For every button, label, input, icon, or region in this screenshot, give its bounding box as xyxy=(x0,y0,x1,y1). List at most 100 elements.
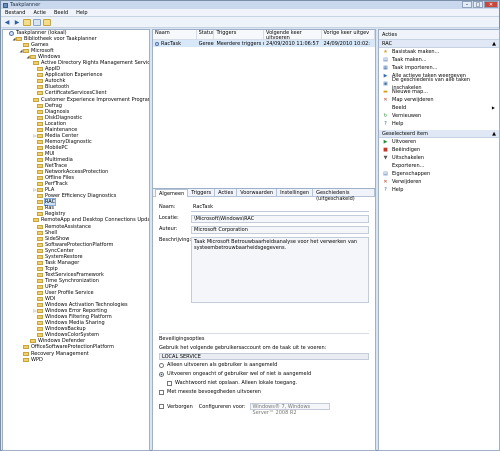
action-item[interactable]: ▣ De geschiedenis van alle taken inschake… xyxy=(379,77,499,91)
enable-history-icon: ▣ xyxy=(383,80,388,87)
tab-algemeen[interactable]: Algemeen xyxy=(155,189,189,197)
properties-icon[interactable] xyxy=(43,18,51,26)
checkbox-no-password[interactable] xyxy=(167,380,172,386)
menu-bar: Bestand Actie Beeld Help xyxy=(1,9,499,17)
table-row[interactable]: RacTask Gereed Meerdere triggers opgegev… xyxy=(153,40,375,47)
actions-header: Acties xyxy=(379,30,499,40)
account-line: Gebruik het volgende gebruikersaccount o… xyxy=(159,345,327,351)
menu-beeld[interactable]: Beeld xyxy=(50,10,72,16)
column-name[interactable]: Naam xyxy=(153,30,197,39)
tab-voorwaarden[interactable]: Voorwaarden xyxy=(237,189,278,196)
radio-only-logged-on[interactable] xyxy=(159,362,164,368)
action-item[interactable]: ▦ Taak importeren... xyxy=(379,64,499,72)
radio-whether-logged-on[interactable] xyxy=(159,371,164,377)
back-arrow-icon[interactable]: ◀ xyxy=(3,19,11,26)
section-selected-label: Geselecteerd item xyxy=(382,131,428,137)
folder-up-icon[interactable] xyxy=(23,18,31,26)
folder-icon xyxy=(37,248,43,253)
folder-icon xyxy=(23,357,29,362)
action-item[interactable]: Exporteren... xyxy=(379,162,499,170)
action-item[interactable]: ■ Beëindigen xyxy=(379,146,499,154)
maximize-button[interactable]: □ xyxy=(473,1,483,8)
name-field[interactable]: RacTask xyxy=(191,204,369,212)
actions-section-selected[interactable]: Geselecteerd item ▲ xyxy=(379,130,499,138)
description-field[interactable]: Taak Microsoft Betrouwbaarheidsanalyse v… xyxy=(191,237,369,303)
folder-icon xyxy=(37,200,43,205)
folder-icon xyxy=(37,103,43,108)
author-field[interactable]: Microsoft Corporation xyxy=(191,226,369,234)
collapse-icon[interactable]: ▲ xyxy=(492,40,496,47)
column-triggers[interactable]: Triggers xyxy=(214,30,265,39)
menu-help[interactable]: Help xyxy=(72,10,91,16)
task-scheduler-icon xyxy=(9,30,14,36)
menu-bestand[interactable]: Bestand xyxy=(1,10,29,16)
minimize-button[interactable]: – xyxy=(462,1,472,8)
disable-icon: ▼ xyxy=(383,154,388,161)
folder-icon xyxy=(37,230,43,235)
action-item[interactable]: ↻ Vernieuwen xyxy=(379,112,499,120)
tab-acties[interactable]: Acties xyxy=(215,189,238,196)
checkbox-highest-privileges[interactable] xyxy=(159,389,164,395)
folder-icon xyxy=(37,212,43,217)
folder-icon xyxy=(37,115,43,120)
folder-icon xyxy=(37,79,43,84)
new-folder-icon: ▬ xyxy=(383,88,388,95)
view-icon xyxy=(383,106,388,111)
action-item[interactable]: ★ Basistaak maken... xyxy=(379,48,499,56)
action-label: Verwijderen xyxy=(392,179,422,185)
collapse-icon[interactable]: ▲ xyxy=(492,130,496,137)
folder-icon xyxy=(37,236,43,241)
folder-icon xyxy=(37,327,43,332)
action-label: Vernieuwen xyxy=(392,113,422,119)
folder-icon xyxy=(37,272,43,277)
refresh-icon: ↻ xyxy=(383,112,388,119)
description-label: Beschrijving: xyxy=(159,237,192,243)
folder-icon xyxy=(33,61,39,66)
folder-icon xyxy=(37,297,43,302)
task-last-run: 24/09/2010 10:02: xyxy=(323,40,370,47)
action-item[interactable]: ▶ Uitvoeren xyxy=(379,138,499,146)
import-task-icon: ▦ xyxy=(383,64,388,71)
tab-instellingen[interactable]: Instellingen xyxy=(277,189,314,196)
folder-icon xyxy=(37,151,43,156)
tree-item[interactable]: WPD xyxy=(3,357,149,363)
tab-geschiedenis[interactable]: Geschiedenis (uitgeschakeld) xyxy=(313,189,375,202)
table-header: Naam Status Triggers Volgende keer uitvo… xyxy=(153,30,375,40)
action-item[interactable]: ▤ Eigenschappen xyxy=(379,170,499,178)
show-hide-tree-icon[interactable] xyxy=(33,18,41,26)
folder-icon xyxy=(37,91,43,96)
help-icon: ? xyxy=(384,186,387,193)
action-item[interactable]: ▤ Taak maken... xyxy=(379,56,499,64)
action-item[interactable]: ? Help xyxy=(379,120,499,128)
action-item[interactable]: ▼ Uitschakelen xyxy=(379,154,499,162)
action-item[interactable]: ✕ Map verwijderen xyxy=(379,96,499,104)
folder-icon xyxy=(37,309,43,314)
actions-section-rac[interactable]: RAC ▲ xyxy=(379,40,499,48)
properties-icon: ▤ xyxy=(383,170,388,177)
action-item[interactable]: Beeld ▶ xyxy=(379,104,499,112)
folder-icon xyxy=(37,73,43,78)
folder-icon xyxy=(37,170,43,175)
configure-label: Configureren voor: xyxy=(198,403,246,410)
menu-actie[interactable]: Actie xyxy=(29,10,50,16)
close-button[interactable]: ✕ xyxy=(484,1,498,8)
tab-triggers[interactable]: Triggers xyxy=(188,189,216,196)
location-field[interactable]: \Microsoft\Windows\RAC xyxy=(191,215,369,223)
column-status[interactable]: Status xyxy=(197,30,215,39)
column-last-run[interactable]: Vorige keer uitgev xyxy=(322,30,375,39)
tree-item-label: Power Efficiency Diagnostics xyxy=(45,193,117,200)
action-item[interactable]: ✕ Verwijderen xyxy=(379,178,499,186)
folder-icon xyxy=(23,49,29,54)
folder-icon xyxy=(16,37,22,42)
configure-for-select[interactable]: Windows® 7, Windows Server™ 2008 R2 xyxy=(249,403,330,416)
column-next-run[interactable]: Volgende keer uitvoeren xyxy=(264,30,322,39)
checkbox-hidden[interactable] xyxy=(159,404,164,409)
folder-icon xyxy=(23,43,29,48)
action-label: Help xyxy=(392,187,404,193)
task-icon xyxy=(155,41,159,46)
folder-icon xyxy=(33,218,39,223)
forward-arrow-icon[interactable]: ▶ xyxy=(13,19,21,26)
action-item[interactable]: ? Help xyxy=(379,186,499,194)
action-label: Eigenschappen xyxy=(392,171,431,177)
action-label: Exporteren... xyxy=(392,163,425,169)
